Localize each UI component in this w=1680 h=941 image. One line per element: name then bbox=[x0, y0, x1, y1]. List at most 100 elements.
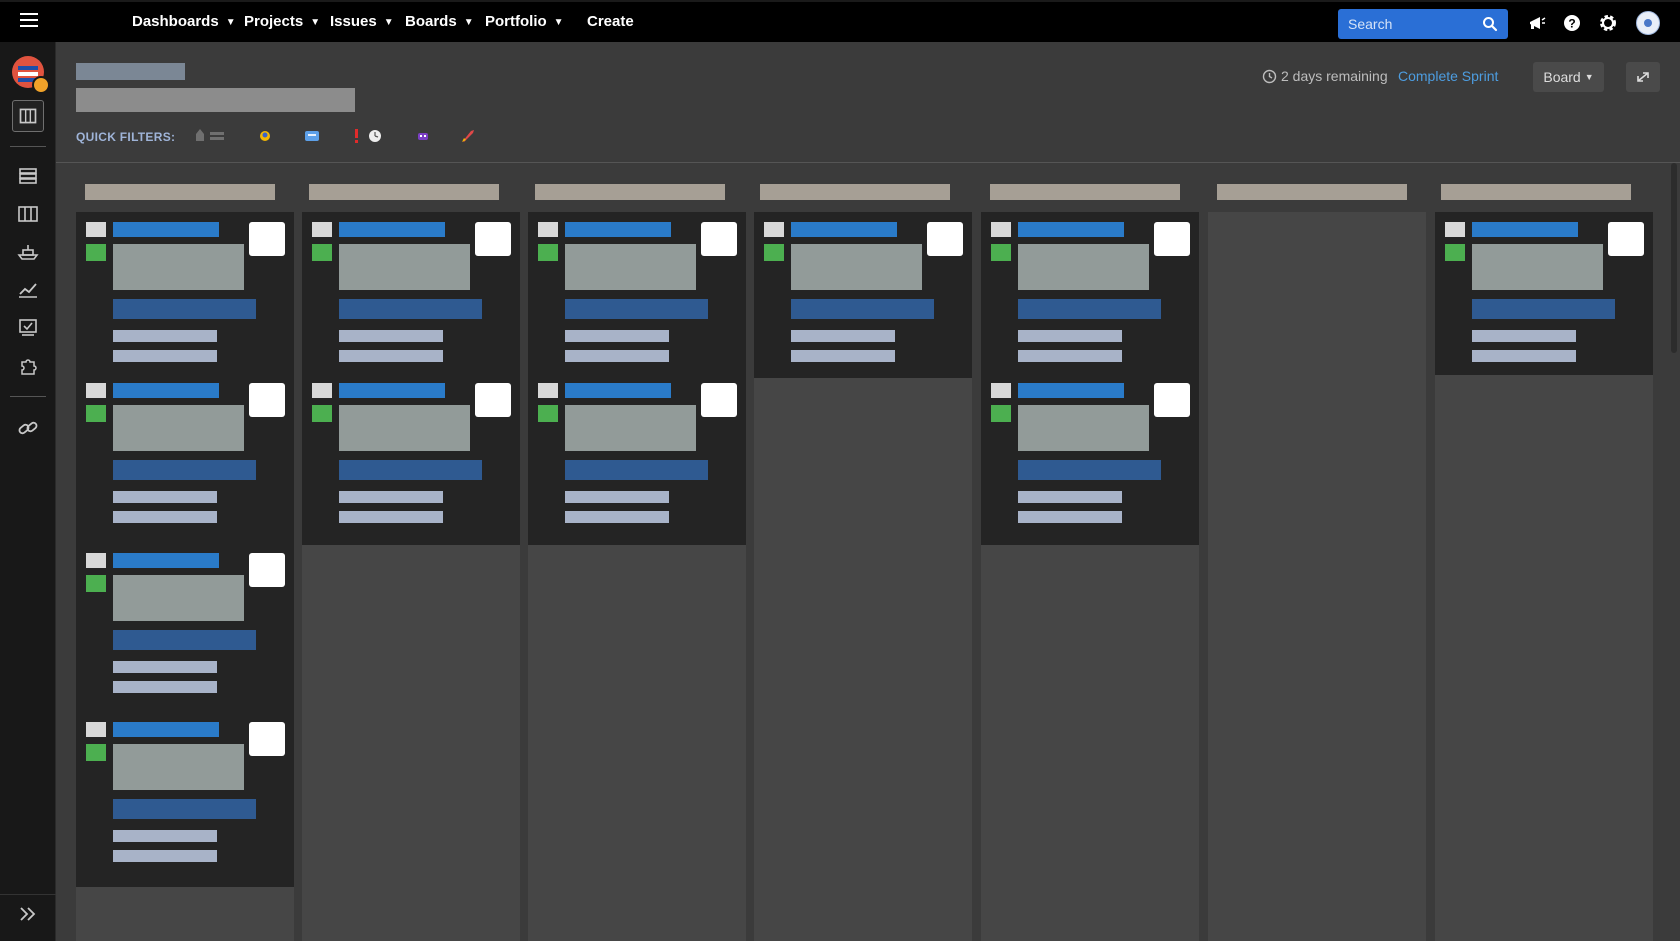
priority-icon bbox=[538, 405, 558, 422]
issue-meta-line bbox=[339, 491, 443, 503]
issue-summary bbox=[1018, 244, 1149, 290]
issue-meta-line bbox=[565, 511, 669, 523]
priority-icon bbox=[991, 405, 1011, 422]
board-column[interactable] bbox=[302, 212, 520, 941]
issue-card[interactable] bbox=[528, 373, 746, 533]
epic-label bbox=[339, 460, 482, 480]
issue-type-icon bbox=[991, 222, 1011, 237]
nav-dashboards[interactable]: Dashboards ▼ bbox=[132, 2, 236, 42]
nav-portfolio[interactable]: Portfolio ▼ bbox=[485, 2, 564, 42]
issue-meta-line bbox=[1018, 491, 1122, 503]
help-icon[interactable]: ? bbox=[1561, 12, 1583, 34]
issue-type-icon bbox=[312, 383, 332, 398]
issue-meta-line bbox=[113, 491, 217, 503]
issue-type-icon bbox=[86, 553, 106, 568]
search-icon[interactable] bbox=[1482, 16, 1498, 32]
priority-icon bbox=[538, 244, 558, 261]
nav-issues[interactable]: Issues ▼ bbox=[330, 2, 394, 42]
sidebar bbox=[0, 42, 56, 941]
issue-type-icon bbox=[538, 222, 558, 237]
issue-key bbox=[791, 222, 897, 237]
nav-boards[interactable]: Boards ▼ bbox=[405, 2, 474, 42]
releases-icon[interactable] bbox=[12, 236, 44, 268]
board-menu-button[interactable]: Board ▼ bbox=[1533, 62, 1604, 92]
epic-label bbox=[113, 799, 256, 819]
issue-card[interactable] bbox=[76, 212, 294, 372]
issue-meta-line bbox=[339, 511, 443, 523]
settings-icon[interactable] bbox=[1597, 12, 1619, 34]
issue-card[interactable] bbox=[981, 212, 1199, 372]
board-column[interactable] bbox=[528, 212, 746, 941]
quick-filter-6[interactable] bbox=[459, 128, 477, 144]
link-icon[interactable] bbox=[12, 412, 44, 444]
quick-filter-1[interactable] bbox=[194, 128, 228, 144]
chevron-down-icon: ▼ bbox=[310, 17, 321, 28]
issue-card[interactable] bbox=[76, 543, 294, 703]
epic-label bbox=[1472, 299, 1615, 319]
column-header bbox=[85, 184, 275, 200]
board-column[interactable] bbox=[754, 212, 972, 941]
scrollbar[interactable] bbox=[1671, 163, 1677, 353]
assignee-avatar bbox=[249, 222, 285, 256]
assignee-avatar bbox=[249, 553, 285, 587]
column-header bbox=[760, 184, 950, 200]
board-column[interactable] bbox=[981, 212, 1199, 941]
issue-meta-line bbox=[339, 350, 443, 362]
backlog-icon[interactable] bbox=[12, 160, 44, 192]
svg-text:?: ? bbox=[1568, 17, 1575, 31]
header-divider bbox=[56, 162, 1680, 163]
issue-meta-line bbox=[113, 330, 217, 342]
board-column[interactable] bbox=[1208, 212, 1426, 941]
quick-filter-2[interactable] bbox=[257, 128, 273, 144]
notifications-icon[interactable] bbox=[1526, 12, 1548, 34]
quick-filter-5[interactable] bbox=[414, 128, 432, 144]
priority-icon bbox=[86, 405, 106, 422]
complete-sprint-link[interactable]: Complete Sprint bbox=[1398, 68, 1498, 84]
issues-icon[interactable] bbox=[12, 312, 44, 344]
issue-type-icon bbox=[1445, 222, 1465, 237]
quick-filter-3[interactable] bbox=[303, 128, 321, 144]
expand-sidebar-icon[interactable] bbox=[16, 904, 40, 924]
board-menu-label: Board bbox=[1543, 69, 1581, 85]
issue-card[interactable] bbox=[754, 212, 972, 372]
assignee-avatar bbox=[1154, 222, 1190, 256]
nav-projects[interactable]: Projects ▼ bbox=[244, 2, 320, 42]
issue-card[interactable] bbox=[76, 712, 294, 872]
project-badge-icon bbox=[32, 76, 50, 94]
menu-icon[interactable] bbox=[20, 13, 38, 29]
components-icon[interactable] bbox=[12, 350, 44, 382]
issue-summary bbox=[113, 575, 244, 621]
epic-label bbox=[565, 299, 708, 319]
issue-card[interactable] bbox=[302, 212, 520, 372]
issue-key bbox=[113, 553, 219, 568]
board-column[interactable] bbox=[1435, 212, 1653, 941]
quick-filter-4[interactable] bbox=[352, 128, 386, 144]
epic-label bbox=[113, 460, 256, 480]
issue-card[interactable] bbox=[1435, 212, 1653, 372]
board-column[interactable] bbox=[76, 212, 294, 941]
issue-meta-line bbox=[113, 681, 217, 693]
issue-card[interactable] bbox=[302, 373, 520, 533]
nav-dashboards-label: Dashboards bbox=[132, 13, 219, 30]
issue-meta-line bbox=[113, 850, 217, 862]
issue-meta-line bbox=[113, 661, 217, 673]
issue-card[interactable] bbox=[981, 373, 1199, 533]
issue-key bbox=[113, 222, 219, 237]
epic-label bbox=[791, 299, 934, 319]
issue-key bbox=[339, 383, 445, 398]
epic-label bbox=[1018, 460, 1161, 480]
create-button[interactable]: Create bbox=[587, 2, 634, 42]
fullscreen-icon[interactable] bbox=[1626, 62, 1660, 92]
issue-card[interactable] bbox=[76, 373, 294, 533]
avatar[interactable] bbox=[1636, 11, 1660, 35]
search-input[interactable] bbox=[1338, 9, 1488, 39]
reports-icon[interactable] bbox=[12, 274, 44, 306]
board-icon[interactable] bbox=[12, 100, 44, 132]
columns-icon[interactable] bbox=[12, 198, 44, 230]
issue-key bbox=[113, 722, 219, 737]
issue-meta-line bbox=[1018, 511, 1122, 523]
breadcrumb[interactable] bbox=[76, 63, 185, 80]
nav-boards-label: Boards bbox=[405, 13, 457, 30]
page-title bbox=[76, 88, 355, 112]
issue-card[interactable] bbox=[528, 212, 746, 372]
